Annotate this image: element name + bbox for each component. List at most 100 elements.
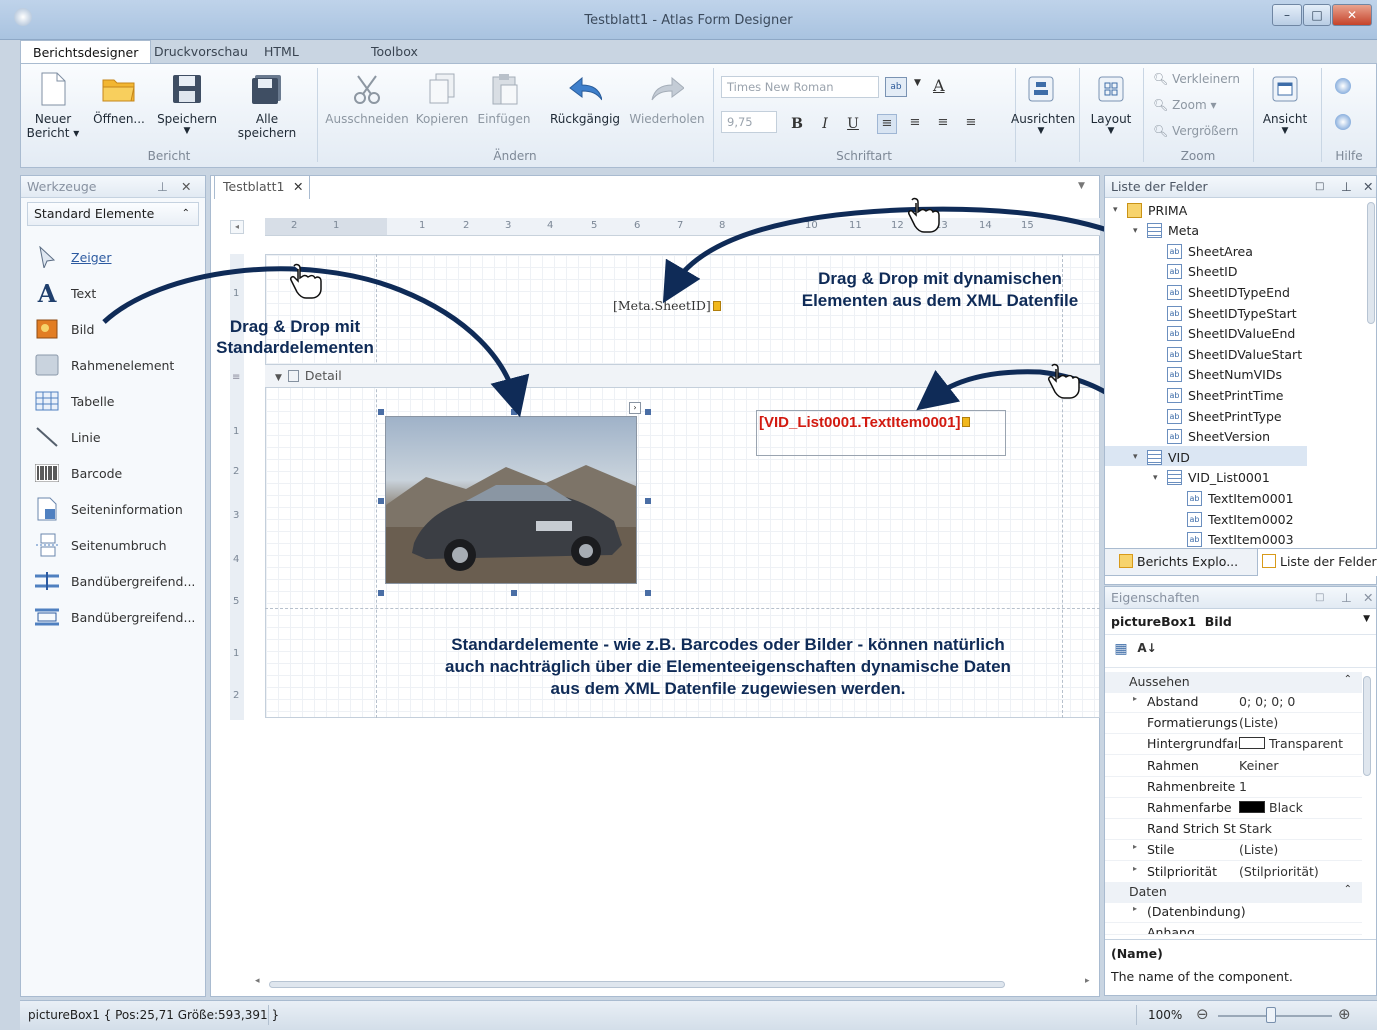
tab-toolbox[interactable]: Toolbox (359, 40, 430, 64)
property-row[interactable]: Rahmen Keiner (1105, 756, 1362, 777)
tree-node[interactable]: ab SheetIDValueStart (1167, 344, 1302, 364)
collapse-arrow-icon[interactable]: ▼ (275, 373, 282, 383)
vid-textitem-field[interactable]: [VID_List0001.TextItem0001] (756, 410, 1006, 456)
expand-arrow-icon[interactable]: ▸ (1133, 842, 1137, 851)
zoom-out-button[interactable]: 🔍︎ Verkleinern (1153, 72, 1240, 86)
align-justify-icon[interactable]: ≡ (961, 114, 981, 134)
property-scrollbar[interactable] (1363, 676, 1371, 776)
tool-page-break[interactable]: Seitenumbruch (31, 530, 167, 560)
align-button[interactable]: Ausrichten ▼ (1011, 72, 1075, 136)
tree-node[interactable]: ab SheetIDValueEnd (1167, 324, 1295, 344)
tab-berichtsdesigner[interactable]: Berichtsdesigner (20, 40, 152, 64)
scroll-thumb[interactable] (269, 981, 1005, 988)
tree-node[interactable]: ab TextItem0001 (1187, 488, 1294, 508)
scroll-right-icon[interactable]: ▸ (1085, 976, 1090, 986)
tab-druckvorschau[interactable]: Druckvorschau (142, 40, 260, 64)
font-size-combo[interactable]: 9,75 (721, 111, 777, 133)
maximize-button[interactable]: □ (1303, 4, 1331, 26)
underline-button[interactable]: U (843, 114, 863, 134)
tree-node[interactable]: ab SheetPrintType (1167, 406, 1282, 426)
align-center-icon[interactable]: ≡ (905, 114, 925, 134)
tab-dropdown-icon[interactable]: ▼ (1078, 181, 1085, 191)
close-button[interactable]: ✕ (1332, 4, 1372, 26)
property-row[interactable]: Rahmenfarbe Black (1105, 798, 1362, 819)
tree-node[interactable]: ab TextItem0002 (1187, 509, 1294, 529)
property-row[interactable]: ▸ (Datenbindung) (1105, 902, 1362, 923)
paste-button[interactable]: Einfügen (475, 72, 533, 126)
category-aussehen[interactable]: Aussehen ⌃ (1105, 672, 1362, 693)
property-row[interactable]: Rand Strich Stil Stark (1105, 819, 1362, 841)
align-left-icon[interactable]: ≡ (877, 114, 897, 134)
tree-node[interactable]: ▾ Meta (1133, 221, 1199, 241)
resize-handle[interactable] (645, 409, 651, 415)
resize-handle[interactable] (511, 590, 517, 596)
pin-icon[interactable]: ⊥ (1341, 587, 1352, 609)
category-daten[interactable]: Daten ⌃ (1105, 882, 1362, 903)
toolbox-section-header[interactable]: Standard Elemente ⌃ (27, 202, 199, 226)
tool-text[interactable]: A Text (31, 278, 97, 308)
tool-pointer[interactable]: Zeiger (31, 242, 112, 272)
tree-node[interactable]: ▾ VID (1133, 447, 1190, 467)
resize-handle[interactable] (378, 590, 384, 596)
text-color-icon[interactable]: A (933, 76, 945, 95)
tool-barcode[interactable]: Barcode (31, 458, 122, 488)
resize-handle[interactable] (645, 498, 651, 504)
chevron-down-icon[interactable]: ▼ (914, 78, 921, 88)
help-icon[interactable] (1335, 114, 1351, 130)
expand-arrow-icon[interactable]: ▸ (1133, 694, 1137, 703)
copy-button[interactable]: Kopieren (413, 72, 471, 126)
tree-node[interactable]: ab TextItem0003 (1187, 530, 1294, 550)
tab-report-explorer[interactable]: Berichts Explo... (1119, 554, 1238, 569)
font-color-ab-icon[interactable]: ab (885, 77, 907, 97)
tool-picture[interactable]: Bild (31, 314, 94, 344)
tree-expand-icon[interactable]: ▾ (1133, 226, 1138, 236)
zoom-slider-thumb[interactable] (1266, 1007, 1276, 1023)
tree-node[interactable]: ab SheetIDTypeStart (1167, 303, 1297, 323)
close-icon[interactable]: ✕ (1363, 176, 1373, 198)
meta-sheetid-field[interactable]: [Meta.SheetID] (611, 296, 721, 318)
tree-node[interactable]: ab SheetVersion (1167, 427, 1270, 447)
property-row[interactable]: Rahmenbreite 1 (1105, 777, 1362, 798)
layout-button[interactable]: Layout ▼ (1083, 72, 1139, 136)
close-icon[interactable]: ✕ (1363, 587, 1373, 609)
open-button[interactable]: Öffnen... (89, 72, 149, 126)
info-icon[interactable] (1335, 78, 1351, 94)
band-handle-icon[interactable]: ≡ (232, 372, 240, 383)
font-name-combo[interactable]: Times New Roman (721, 76, 879, 98)
close-icon[interactable]: ✕ (181, 176, 191, 198)
italic-button[interactable]: I (815, 114, 835, 134)
zoom-out-icon[interactable]: ⊖ (1196, 1005, 1209, 1023)
smart-tag-icon[interactable]: › (629, 402, 641, 414)
document-tab[interactable]: Testblatt1 ✕ (214, 175, 310, 199)
window-icon[interactable]: □ (1315, 587, 1324, 609)
expand-arrow-icon[interactable]: ▸ (1133, 864, 1137, 873)
zoom-button[interactable]: 🔍︎ Zoom ▾ (1153, 98, 1217, 112)
zoom-in-button[interactable]: 🔍︎ Vergrößern (1153, 124, 1238, 138)
pin-icon[interactable]: ⊥ (157, 176, 168, 198)
redo-button[interactable]: Wiederholen (627, 72, 707, 126)
resize-handle[interactable] (378, 498, 384, 504)
tree-node[interactable]: ab SheetID (1167, 262, 1237, 282)
tree-node[interactable]: ▾ PRIMA (1113, 200, 1187, 220)
resize-handle[interactable] (378, 409, 384, 415)
tool-frame[interactable]: Rahmenelement (31, 350, 174, 380)
window-icon[interactable]: □ (1315, 176, 1324, 198)
minimize-button[interactable]: – (1272, 4, 1302, 26)
save-all-button[interactable]: Alle speichern (225, 72, 309, 140)
object-selector[interactable]: pictureBox1 Bild ▼ (1105, 611, 1376, 635)
property-row[interactable]: HintergrundfarbTransparent (1105, 734, 1362, 756)
tree-expand-icon[interactable]: ▾ (1153, 473, 1158, 483)
property-row[interactable]: ▸ Stile (Liste) (1105, 840, 1362, 862)
horizontal-scrollbar[interactable]: ◂ ▸ (255, 976, 1095, 992)
tree-expand-icon[interactable]: ▾ (1113, 205, 1118, 215)
tab-field-list[interactable]: Liste der Felder (1257, 549, 1377, 576)
tool-table[interactable]: Tabelle (31, 386, 115, 416)
tool-page-info[interactable]: Seiteninformation (31, 494, 183, 524)
view-button[interactable]: Ansicht ▼ (1255, 72, 1315, 136)
tree-node[interactable]: ab SheetPrintTime (1167, 385, 1283, 405)
tree-expand-icon[interactable]: ▾ (1133, 452, 1138, 462)
save-button[interactable]: Speichern ▼ (157, 72, 217, 136)
undo-button[interactable]: Rückgängig (545, 72, 625, 126)
tree-scrollbar[interactable] (1367, 202, 1375, 324)
resize-handle[interactable] (645, 590, 651, 596)
